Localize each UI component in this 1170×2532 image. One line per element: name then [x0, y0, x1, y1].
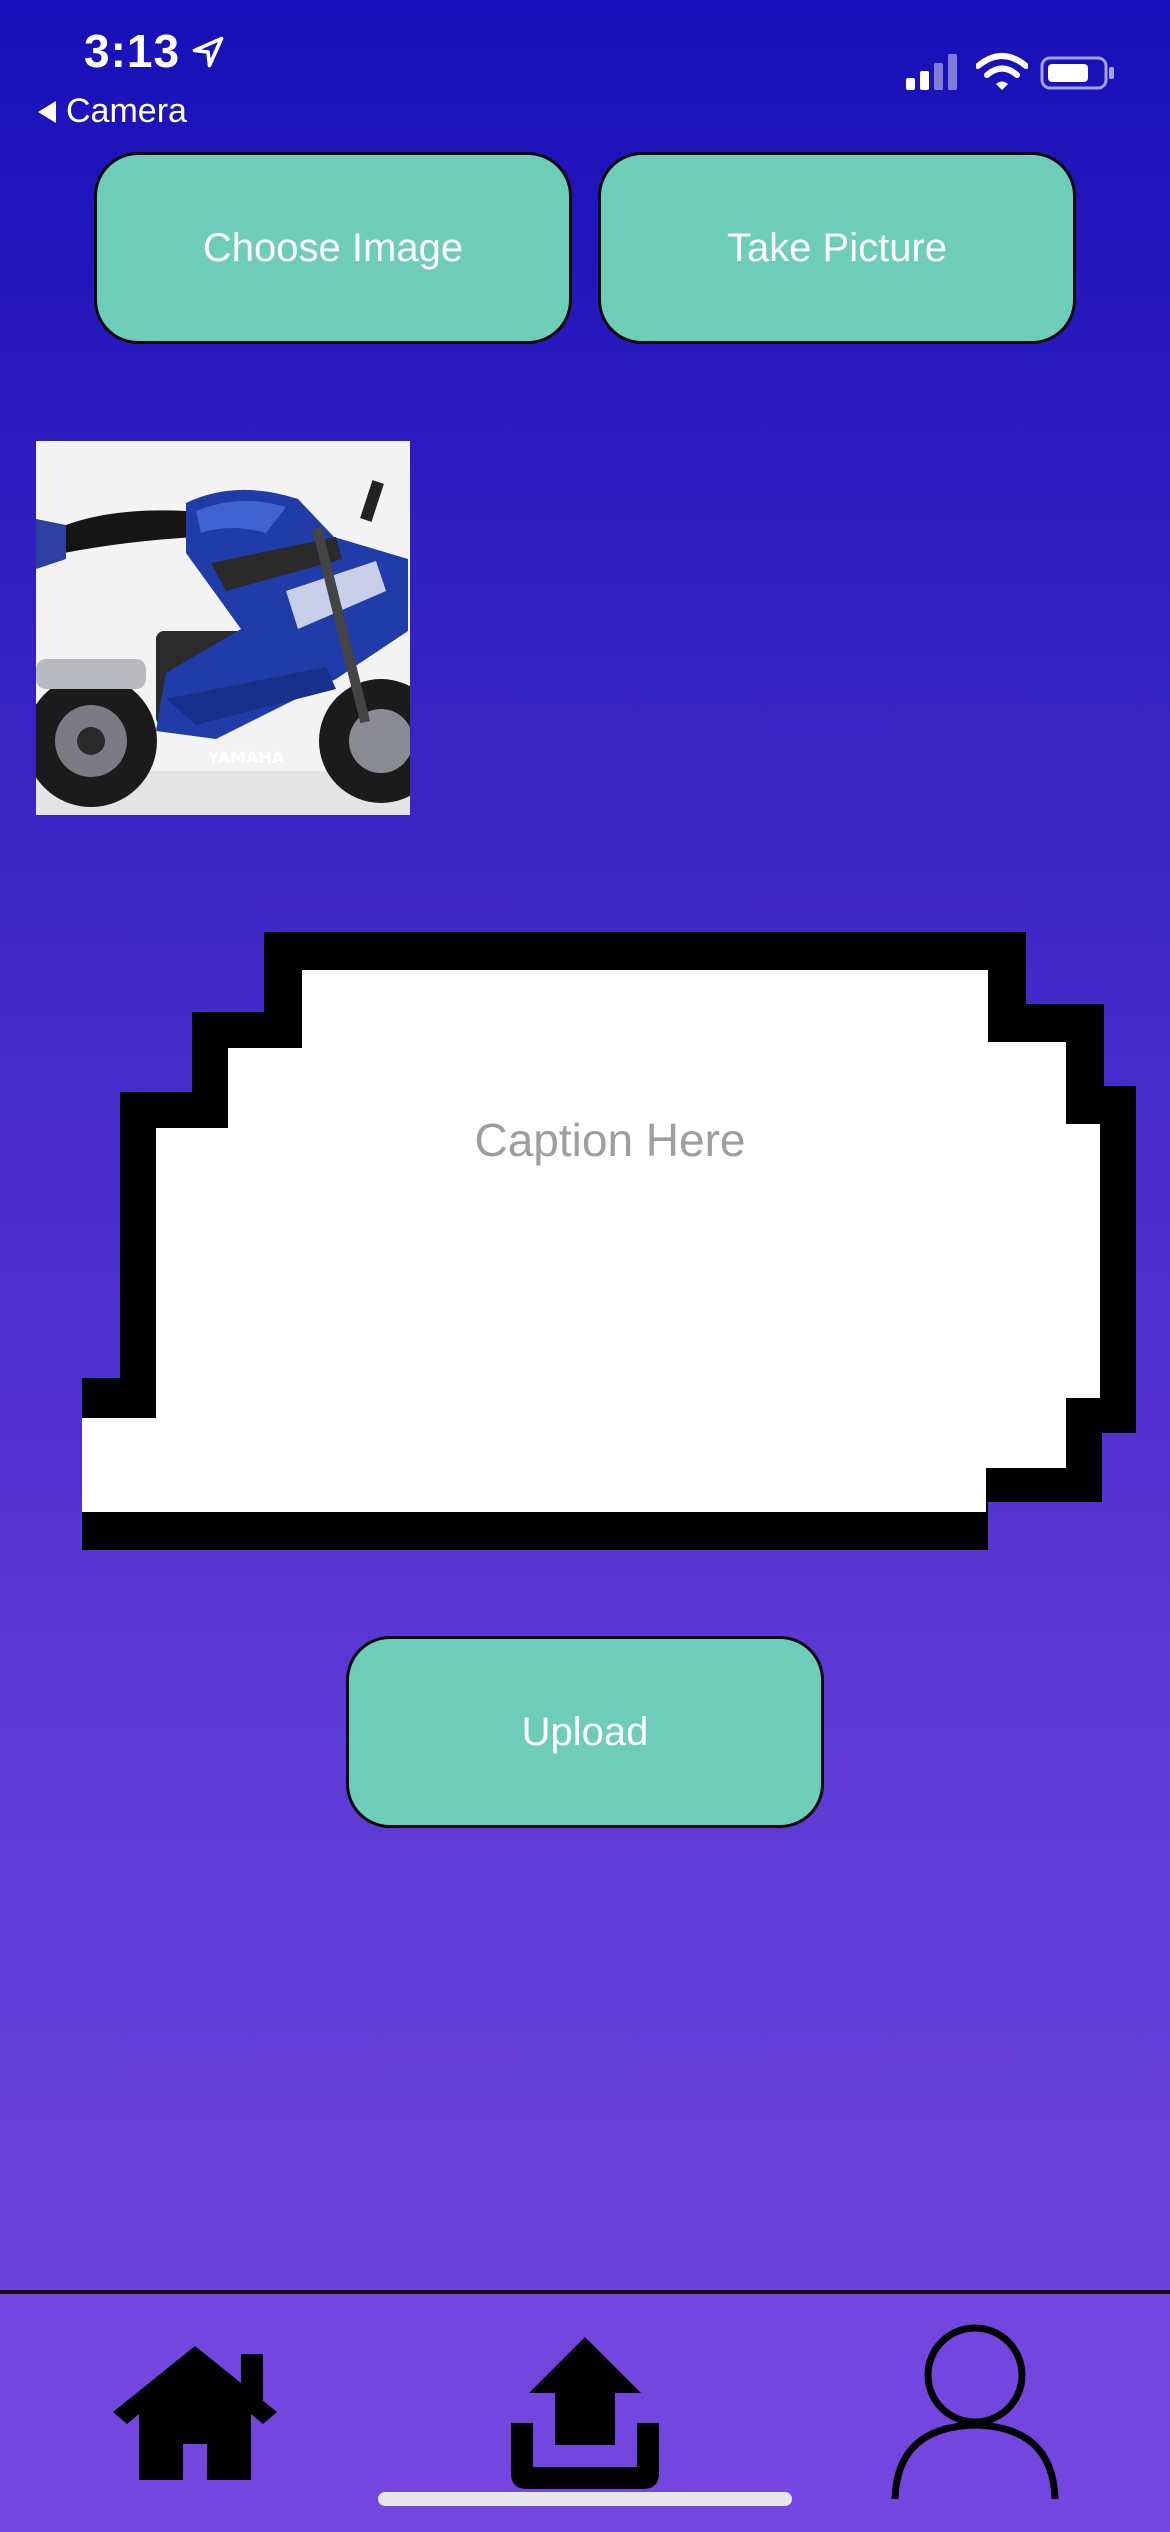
wifi-icon: [976, 53, 1028, 90]
upload-icon: [511, 2337, 659, 2489]
signal-icon: [906, 54, 957, 90]
caption-bubble: [82, 932, 1136, 1550]
take-picture-button[interactable]: Take Picture: [598, 152, 1076, 344]
tab-home[interactable]: [0, 2294, 390, 2532]
profile-icon: [891, 2324, 1059, 2500]
location-arrow-icon: [192, 36, 224, 68]
battery-icon: [1040, 56, 1114, 90]
back-label: Camera: [66, 92, 187, 130]
back-to-camera-link[interactable]: Camera: [38, 92, 187, 131]
tab-profile[interactable]: [780, 2294, 1170, 2532]
image-preview: YAMAHA: [36, 441, 410, 815]
status-bar: 3:13 Camera: [0, 0, 1170, 130]
caption-input[interactable]: [200, 1090, 1020, 1190]
choose-image-button[interactable]: Choose Image: [94, 152, 572, 344]
motorcycle-image: YAMAHA: [36, 441, 410, 815]
clock-time: 3:13: [84, 25, 181, 77]
back-triangle-icon: [38, 100, 56, 123]
motorcycle-brand-text: YAMAHA: [207, 748, 285, 767]
upload-button[interactable]: Upload: [346, 1636, 824, 1828]
home-icon: [113, 2346, 277, 2480]
home-indicator[interactable]: [378, 2492, 792, 2506]
